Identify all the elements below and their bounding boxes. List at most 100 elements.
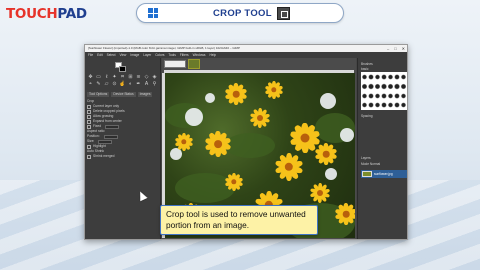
spacing-label: Spacing (361, 114, 373, 118)
image-tab-blank[interactable] (164, 60, 186, 68)
brush-grid (361, 72, 407, 110)
brush-preset[interactable] (387, 91, 394, 100)
yellow-flower (309, 183, 331, 203)
touchpad-logo: TOUCHPAD (6, 6, 87, 22)
aspect-ratio-select[interactable] (105, 124, 120, 129)
logo-part-touch: TOUCH (6, 6, 58, 22)
cage-tool-icon[interactable]: ◈ (151, 74, 158, 80)
brush-preset[interactable] (400, 73, 406, 82)
gimp-title-bar: [Sunflower Flower] (imported)-1.0 (RGB c… (85, 45, 407, 52)
layer-mode-select[interactable]: Mode Normal (361, 162, 380, 166)
highlight-checkbox[interactable] (87, 144, 91, 149)
brush-preset[interactable] (381, 91, 387, 100)
color-picker-tool-icon[interactable]: ⚲ (151, 81, 158, 87)
brush-preset[interactable] (374, 73, 381, 82)
brush-preset[interactable] (368, 100, 374, 109)
delete-pixels-checkbox[interactable] (87, 109, 91, 114)
layers-label: Layers (361, 156, 371, 160)
brush-preset[interactable] (368, 73, 374, 82)
close-icon[interactable]: ✕ (402, 46, 405, 51)
brush-preset[interactable] (387, 100, 394, 109)
right-dock-panel: Brushes basic Spacing Layers Mode Normal… (357, 58, 407, 239)
yellow-flower (249, 108, 271, 128)
gimp-toolbox: ✥ ▭ ℓ ✦ ⌗ ⊞ ≋ ◇ ◈ ◓ ✎ ▱ ⊙ ☝ ◐ ✒ A ⚲ Tool… (85, 58, 161, 239)
tab-tool-options[interactable]: Tool Options (87, 92, 110, 97)
caption-text: Crop tool is used to remove unwanted por… (166, 209, 306, 230)
expand-from-center-checkbox[interactable] (87, 119, 91, 124)
white-flower (205, 93, 215, 103)
smudge-tool-icon[interactable]: ☝ (119, 81, 126, 87)
brush-preset[interactable] (368, 82, 374, 91)
paintbrush-tool-icon[interactable]: ✎ (95, 81, 102, 87)
white-flower (340, 128, 354, 142)
fixed-checkbox[interactable] (87, 124, 91, 129)
white-flower (325, 168, 337, 180)
dodge-tool-icon[interactable]: ◐ (127, 81, 134, 87)
brush-preset[interactable] (362, 73, 368, 82)
brush-preset[interactable] (362, 100, 368, 109)
brush-filter-field[interactable]: basic (361, 67, 368, 71)
shrink-merged-checkbox[interactable] (87, 154, 91, 159)
crop-tool-icon-active[interactable]: ⌗ (119, 74, 126, 80)
tool-grid: ✥ ▭ ℓ ✦ ⌗ ⊞ ≋ ◇ ◈ ◓ ✎ ▱ ⊙ ☝ ◐ ✒ A ⚲ (87, 74, 159, 87)
brush-preset[interactable] (362, 91, 368, 100)
brush-preset[interactable] (387, 73, 394, 82)
position-field[interactable] (103, 134, 118, 139)
brush-preset[interactable] (374, 82, 381, 91)
move-tool-icon[interactable]: ✥ (87, 74, 94, 80)
foliage-shape (225, 133, 275, 158)
yellow-flower (264, 81, 284, 99)
brush-preset[interactable] (374, 100, 381, 109)
minimize-icon[interactable]: – (387, 46, 389, 51)
fg-bg-color-swatch[interactable] (115, 62, 127, 72)
white-flower (320, 93, 336, 109)
lesson-title-banner: CROP TOOL (136, 3, 344, 23)
brush-preset[interactable] (374, 91, 381, 100)
warp-tool-icon[interactable]: ≋ (135, 74, 142, 80)
brush-preset[interactable] (381, 73, 387, 82)
eraser-tool-icon[interactable]: ▱ (103, 81, 110, 87)
text-tool-icon[interactable]: A (143, 81, 150, 87)
allow-growing-checkbox[interactable] (87, 114, 91, 119)
brush-preset[interactable] (368, 91, 374, 100)
windows-icon (148, 8, 158, 18)
brush-preset[interactable] (400, 100, 406, 109)
brush-preset[interactable] (362, 82, 368, 91)
tab-device-status[interactable]: Device Status (111, 92, 136, 97)
layer-row[interactable]: sunflower.jpg (361, 170, 407, 178)
yellow-flower (174, 133, 194, 151)
yellow-flower (224, 173, 244, 191)
brush-preset[interactable] (394, 73, 400, 82)
unified-transform-tool-icon[interactable]: ⊞ (127, 74, 134, 80)
caption-box: Crop tool is used to remove unwanted por… (160, 205, 318, 235)
maximize-icon[interactable]: □ (394, 46, 396, 51)
paths-tool-icon[interactable]: ✒ (135, 81, 142, 87)
yellow-flower (274, 153, 304, 181)
clone-tool-icon[interactable]: ⊙ (111, 81, 118, 87)
tool-options-panel: Tool Options Device Status Images Crop C… (87, 92, 159, 159)
brush-preset[interactable] (394, 82, 400, 91)
rect-select-tool-icon[interactable]: ▭ (95, 74, 102, 80)
brush-preset[interactable] (394, 100, 400, 109)
fuzzy-select-tool-icon[interactable]: ✦ (111, 74, 118, 80)
brush-preset[interactable] (381, 100, 387, 109)
layer-name: sunflower.jpg (374, 172, 393, 176)
brush-preset[interactable] (400, 82, 406, 91)
yellow-flower (314, 143, 338, 165)
layer-thumbnail (362, 171, 372, 177)
size-field[interactable] (98, 139, 113, 144)
logo-part-pad: PAD (57, 6, 87, 22)
bucket-fill-tool-icon[interactable]: ◓ (87, 81, 94, 87)
tab-images[interactable]: Images (137, 92, 153, 97)
brush-preset[interactable] (381, 82, 387, 91)
gimp-window-title: [Sunflower Flower] (imported)-1.0 (RGB c… (88, 46, 241, 50)
image-tab-flowers[interactable] (188, 59, 200, 69)
brush-preset[interactable] (394, 91, 400, 100)
brushes-label: Brushes (361, 62, 373, 66)
lasso-tool-icon[interactable]: ℓ (103, 74, 110, 80)
brush-preset[interactable] (387, 82, 394, 91)
current-layer-only-checkbox[interactable] (87, 104, 91, 109)
yellow-flower (224, 83, 248, 105)
handle-transform-tool-icon[interactable]: ◇ (143, 74, 150, 80)
brush-preset[interactable] (400, 91, 406, 100)
